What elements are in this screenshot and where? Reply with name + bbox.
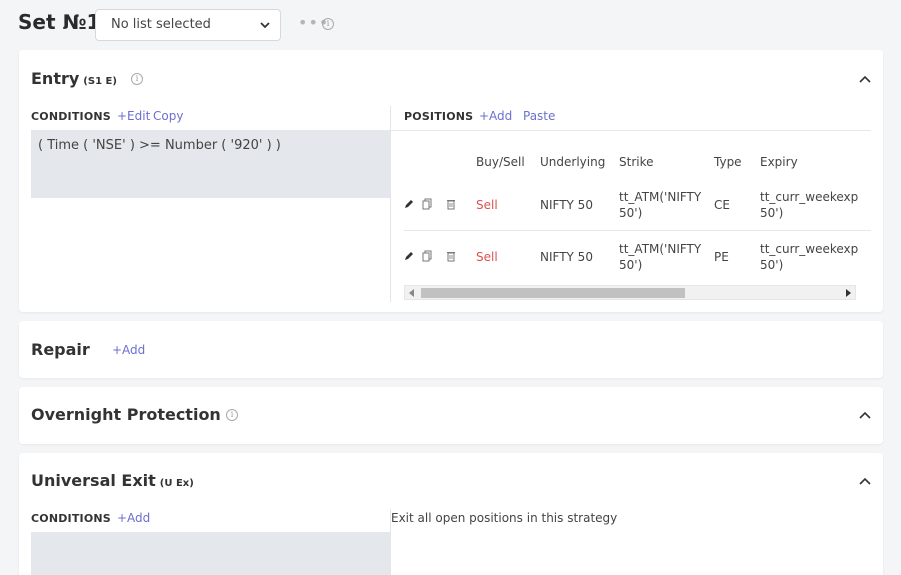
column-header-underlying: Underlying xyxy=(540,155,606,169)
expiry-line-2: 50') xyxy=(760,258,784,272)
scroll-thumb[interactable] xyxy=(421,288,685,298)
overnight-title: Overnight Protection xyxy=(31,405,221,424)
divider xyxy=(391,130,871,131)
edit-icon[interactable] xyxy=(403,250,415,262)
strike-cell: tt_ATM('NIFTY 50') xyxy=(619,241,701,273)
top-bar: Set №1 No list selected ••• i xyxy=(0,0,901,50)
info-icon[interactable]: i xyxy=(322,18,334,30)
set-title: Set №1 xyxy=(18,10,101,34)
condition-text: ( Time ( 'NSE' ) >= Number ( '920' ) ) xyxy=(38,138,281,153)
conditions-label: CONDITIONS xyxy=(31,110,111,123)
delete-icon[interactable] xyxy=(445,250,457,262)
universal-exit-card: Universal Exit (U Ex) CONDITIONS +Add Exi… xyxy=(19,453,883,575)
positions-scrollbar[interactable] xyxy=(404,285,856,300)
add-repair-link[interactable]: +Add xyxy=(112,343,145,357)
column-header-type: Type xyxy=(714,155,742,169)
expiry-cell: tt_curr_weekexpi 50') xyxy=(760,241,858,273)
edit-conditions-link[interactable]: +Edit xyxy=(117,109,150,123)
scroll-left-icon[interactable] xyxy=(409,289,414,297)
universal-exit-tag: (U Ex) xyxy=(159,478,194,489)
exit-description: Exit all open positions in this strategy xyxy=(391,511,618,525)
expiry-line-2: 50') xyxy=(760,206,784,220)
copy-icon[interactable] xyxy=(421,198,433,210)
repair-title: Repair xyxy=(31,340,90,359)
exit-condition-box[interactable] xyxy=(31,532,390,575)
info-icon[interactable]: i xyxy=(131,73,143,85)
entry-title: Entry (S1 E) xyxy=(31,69,117,88)
buysell-cell: Sell xyxy=(476,198,498,212)
column-header-expiry: Expiry xyxy=(760,155,798,169)
column-header-strike: Strike xyxy=(619,155,654,169)
type-cell: CE xyxy=(714,198,730,212)
paste-position-link[interactable]: Paste xyxy=(523,109,555,123)
divider xyxy=(390,106,391,302)
copy-conditions-link[interactable]: Copy xyxy=(153,109,183,123)
expiry-line-1: tt_curr_weekexpi xyxy=(760,190,858,204)
strike-cell: tt_ATM('NIFTY 50') xyxy=(619,189,701,221)
entry-tag: (S1 E) xyxy=(83,76,117,87)
edit-icon[interactable] xyxy=(403,198,415,210)
strike-line-2: 50') xyxy=(619,206,643,220)
overnight-protection-card: Overnight Protection i xyxy=(19,387,883,444)
list-select-dropdown[interactable]: No list selected xyxy=(95,9,281,41)
underlying-cell: NIFTY 50 xyxy=(540,198,593,212)
buysell-cell: Sell xyxy=(476,250,498,264)
list-select-value: No list selected xyxy=(111,17,211,32)
entry-condition-box[interactable]: ( Time ( 'NSE' ) >= Number ( '920' ) ) xyxy=(31,130,390,198)
type-cell: PE xyxy=(714,250,729,264)
column-header-buysell: Buy/Sell xyxy=(476,155,525,169)
universal-exit-title: Universal Exit (U Ex) xyxy=(31,471,194,490)
strike-line-1: tt_ATM('NIFTY xyxy=(619,242,702,256)
chevron-down-icon xyxy=(260,22,270,29)
repair-card: Repair +Add xyxy=(19,321,883,378)
universal-exit-title-text: Universal Exit xyxy=(31,471,156,490)
underlying-cell: NIFTY 50 xyxy=(540,250,593,264)
expiry-line-1: tt_curr_weekexpi xyxy=(760,242,858,256)
entry-title-text: Entry xyxy=(31,69,80,88)
info-icon[interactable]: i xyxy=(226,409,238,421)
strike-line-2: 50') xyxy=(619,258,643,272)
row-divider xyxy=(404,230,871,231)
chevron-up-icon[interactable] xyxy=(859,75,871,83)
positions-label: POSITIONS xyxy=(404,110,474,123)
chevron-up-icon[interactable] xyxy=(859,477,871,485)
add-position-link[interactable]: +Add xyxy=(479,109,512,123)
entry-card: Entry (S1 E) i CONDITIONS +Edit Copy ( Ti… xyxy=(19,50,883,312)
copy-icon[interactable] xyxy=(421,250,433,262)
chevron-up-icon[interactable] xyxy=(859,411,871,419)
delete-icon[interactable] xyxy=(445,198,457,210)
conditions-label: CONDITIONS xyxy=(31,512,111,525)
strike-line-1: tt_ATM('NIFTY xyxy=(619,190,702,204)
add-exit-condition-link[interactable]: +Add xyxy=(117,511,150,525)
scroll-right-icon[interactable] xyxy=(846,289,851,297)
expiry-cell: tt_curr_weekexpi 50') xyxy=(760,189,858,221)
